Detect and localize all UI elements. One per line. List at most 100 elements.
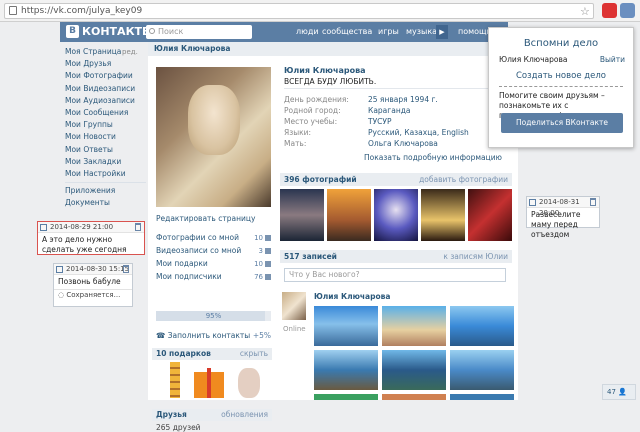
bottom-counter[interactable]: 47 👤 [602, 384, 636, 400]
post-photo[interactable] [450, 394, 514, 400]
post-photo[interactable] [314, 350, 378, 390]
post-photo[interactable] [382, 350, 446, 390]
opera-extension-icon[interactable] [602, 3, 617, 18]
nav-help[interactable]: помощь [458, 27, 491, 36]
todo-note[interactable]: 2014-08-31 20:00 Развеселите маму перед … [526, 196, 600, 239]
friends-updates-link[interactable]: обновления [221, 409, 268, 421]
menu-audio[interactable]: Мои Аудиозаписи [60, 95, 146, 107]
post-photo[interactable] [314, 306, 378, 346]
post-photo[interactable] [450, 350, 514, 390]
profile-status[interactable]: ВСЕГДА БУДУ ЛЮБИТЬ. [284, 77, 376, 86]
photo-thumb[interactable] [327, 189, 371, 241]
profile-avatar[interactable] [156, 67, 271, 207]
vspomni-extension-icon[interactable] [620, 3, 635, 18]
nav-communities[interactable]: сообщества [322, 27, 372, 36]
post-photo[interactable] [382, 306, 446, 346]
nav-games[interactable]: игры [378, 27, 399, 36]
info-value[interactable]: Ольга Ключарова [368, 139, 438, 148]
edit-page-link[interactable]: Редактировать страницу [156, 214, 255, 223]
trash-icon[interactable] [590, 198, 596, 206]
friends-title: Друзья [156, 410, 187, 419]
post-author[interactable]: Юлия Ключарова [314, 292, 390, 301]
trash-icon[interactable] [123, 265, 129, 273]
info-value[interactable]: Караганда [368, 106, 411, 115]
post-photo[interactable] [382, 394, 446, 400]
todo-note[interactable]: 2014-08-29 21:00 А это дело нужно сделат… [37, 221, 145, 255]
info-value[interactable]: ТУСУР [368, 117, 391, 126]
create-task-link[interactable]: Создать новое дело [489, 71, 633, 81]
bookmark-star-icon[interactable]: ☆ [580, 5, 590, 18]
search-placeholder: Поиск [158, 27, 184, 36]
wall-title: 517 записей [284, 252, 337, 261]
todo-note[interactable]: 2014-08-30 15:15 Позвонь бабуле ◌ Сохран… [53, 263, 133, 307]
menu-settings[interactable]: Мои Настройки [60, 168, 146, 180]
menu-answers[interactable]: Мои Ответы [60, 144, 146, 156]
list-photos-with-me[interactable]: Фотографии со мной 10 [156, 232, 271, 244]
gift-box[interactable] [194, 362, 224, 400]
wall-link[interactable]: к записям Юлии [443, 250, 508, 263]
video-icon [265, 248, 271, 254]
menu-divider [65, 182, 146, 184]
menu-news[interactable]: Мои Новости [60, 131, 146, 143]
list-count: 76 [254, 273, 263, 281]
trash-icon[interactable] [135, 223, 141, 231]
menu-videos[interactable]: Мои Видеозаписи [60, 83, 146, 95]
menu-apps[interactable]: Приложения [60, 185, 146, 197]
info-key: Родной город: [284, 106, 341, 115]
fill-plus: +5% [252, 331, 271, 340]
share-vk-button[interactable]: Поделиться ВКонтакте [501, 113, 623, 133]
nav-music[interactable]: музыка [406, 27, 437, 36]
calendar-icon [56, 266, 63, 273]
info-mother: Мать: Ольга Ключарова [284, 139, 438, 148]
menu-messages[interactable]: Мои Сообщения [60, 107, 146, 119]
url-field[interactable]: https://vk.com/julya_key09 [4, 2, 594, 19]
menu-documents[interactable]: Документы [60, 197, 146, 209]
show-details-link[interactable]: Показать подробную информацию [364, 153, 502, 162]
list-videos-with-me[interactable]: Видеозаписи со мной 3 [156, 245, 271, 257]
friends-header[interactable]: Друзья обновления [152, 409, 272, 421]
gift-bunny[interactable] [234, 362, 264, 400]
info-value[interactable]: Русский, Казахца, English [368, 128, 469, 137]
list-label: Мои подписчики [156, 272, 222, 281]
note-text[interactable]: Развеселите маму перед отъездом [527, 208, 599, 242]
wall-post-input[interactable]: Что у Вас нового? [284, 268, 506, 282]
nav-people[interactable]: люди [296, 27, 319, 36]
info-value[interactable]: 25 января 1994 г. [368, 95, 438, 104]
play-icon[interactable]: ▶ [436, 25, 448, 39]
vk-logo[interactable]: В КОНТАКТЕ [66, 25, 150, 38]
fill-contacts-link[interactable]: ☎ Заполнить контакты +5% [156, 331, 271, 340]
info-education: Место учебы: ТУСУР [284, 117, 391, 126]
menu-groups[interactable]: Мои Группы [60, 119, 146, 131]
photo-thumb[interactable] [468, 189, 512, 241]
info-key: День рождения: [284, 95, 349, 104]
info-key: Место учебы: [284, 117, 338, 126]
post-photo[interactable] [450, 306, 514, 346]
post-photo[interactable] [314, 394, 378, 400]
gifts-header[interactable]: 10 подарков скрыть [152, 348, 272, 360]
menu-bookmarks[interactable]: Мои Закладки [60, 156, 146, 168]
popup-exit-link[interactable]: Выйти [600, 55, 625, 64]
list-my-followers[interactable]: Мои подписчики 76 [156, 271, 271, 283]
photo-thumb[interactable] [280, 189, 324, 241]
browser-address-bar: https://vk.com/julya_key09 ☆ [0, 0, 640, 22]
photo-thumb[interactable] [374, 189, 418, 241]
calendar-icon [529, 199, 536, 206]
note-text[interactable]: А это дело нужно сделать уже сегодня [38, 233, 144, 257]
menu-photos[interactable]: Мои Фотографии [60, 70, 146, 82]
gifts-hide-link[interactable]: скрыть [240, 348, 268, 360]
menu-edit-link[interactable]: ред. [122, 48, 138, 56]
gift-ribbon [207, 368, 211, 398]
post-avatar[interactable] [282, 292, 306, 320]
photos-header[interactable]: 396 фотографий добавить фотографии [280, 173, 512, 186]
note-header: 2014-08-31 20:00 [527, 197, 599, 217]
note-header: 2014-08-29 21:00 [38, 222, 144, 233]
menu-friends[interactable]: Мои Друзья [60, 58, 146, 70]
note-text[interactable]: Позвонь бабуле [54, 275, 132, 289]
wall-header[interactable]: 517 записей к записям Юлии [280, 250, 512, 263]
search-input[interactable]: Поиск [146, 25, 252, 39]
list-my-gifts[interactable]: Мои подарки 10 [156, 258, 271, 270]
url-text: https://vk.com/julya_key09 [21, 5, 143, 16]
photo-thumb[interactable] [421, 189, 465, 241]
gift-giraffe[interactable] [160, 362, 190, 400]
add-photos-link[interactable]: добавить фотографии [419, 173, 508, 186]
